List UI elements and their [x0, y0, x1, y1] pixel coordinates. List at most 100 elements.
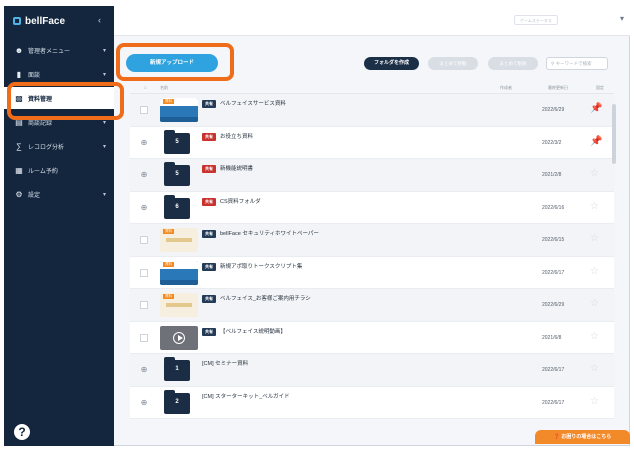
list-item[interactable]: 共有 【ベルフェイス説明動画】 2021/6/8 ☆: [130, 321, 614, 354]
list-item[interactable]: 資料 共有 ベルフェイス_お客様ご案内用チラシ 2022/6/29 ☆: [130, 289, 614, 322]
item-date: 2022/6/17: [542, 269, 565, 276]
pin-icon[interactable]: ☆: [590, 299, 599, 309]
shared-badge: 共有: [202, 262, 216, 271]
pin-icon[interactable]: ☆: [590, 234, 599, 244]
row-checkbox[interactable]: [140, 236, 148, 244]
highlight-documents: [7, 82, 124, 120]
row-checkbox[interactable]: [140, 268, 148, 277]
document-thumbnail: 資料: [160, 228, 198, 252]
item-name[interactable]: CS資料フォルダ: [220, 198, 261, 206]
header-updated[interactable]: 最終更新日: [548, 85, 568, 91]
thumb-tag: 資料: [163, 229, 174, 234]
collapse-sidebar-icon[interactable]: ‹: [98, 15, 101, 25]
folder-icon: 2: [164, 389, 190, 414]
help-banner-label: お困りの場合はこちら: [561, 434, 612, 440]
pin-icon[interactable]: ☆: [590, 201, 599, 212]
list-header: □ 名前 作成者 最終更新日 固定: [130, 82, 614, 94]
shared-badge: 共有: [202, 295, 216, 303]
sidebar-item-label: レコログ分析: [28, 144, 65, 151]
list-item[interactable]: ⊕ 5 共有 お役立ち資料 2022/3/2 📌: [130, 126, 614, 159]
list-scrollbar[interactable]: [612, 104, 616, 164]
expand-icon[interactable]: ⊕: [140, 398, 148, 407]
pin-icon[interactable]: ☆: [590, 331, 599, 342]
sidebar-item-label: 面談: [28, 72, 41, 79]
item-name[interactable]: [CM] セミナー資料: [202, 360, 248, 368]
row-checkbox[interactable]: [140, 333, 148, 342]
video-icon: ▮: [16, 69, 22, 79]
item-name[interactable]: ベルフェイスサービス資料: [220, 100, 286, 108]
item-name[interactable]: お役立ち資料: [220, 133, 253, 141]
new-upload-button[interactable]: 新規アップロード: [126, 54, 218, 72]
sidebar-item-analytics[interactable]: ∑ レコログ分析 ▾: [4, 135, 114, 157]
item-date: 2021/2/8: [542, 172, 562, 178]
sidebar-item-label: 管理者メニュー: [28, 48, 71, 55]
search-placeholder: キーワードで検索: [555, 61, 592, 66]
header-select-all[interactable]: □: [144, 85, 146, 90]
folder-icon: 5: [164, 129, 190, 154]
item-name[interactable]: 新規アポ取りトークスクリプト集: [220, 263, 302, 271]
bulk-move-button[interactable]: まとめて移動: [428, 57, 478, 70]
help-icon[interactable]: ?: [14, 424, 30, 440]
pin-icon[interactable]: 📌: [590, 136, 602, 147]
folder-icon: 5: [164, 162, 190, 186]
header-owner[interactable]: 作成者: [500, 85, 512, 91]
header-name[interactable]: 名前: [160, 85, 168, 91]
thumb-tag: 資料: [163, 294, 174, 299]
row-checkbox[interactable]: [140, 301, 148, 309]
list-item[interactable]: ⊕ 2 [CM] スターターキット_ベルガイド 2022/6/17 ☆: [130, 386, 614, 419]
item-date: 2022/6/29: [542, 107, 565, 113]
top-bar: ゲームステータス ▾: [114, 6, 630, 36]
expand-icon[interactable]: ⊕: [140, 171, 148, 179]
help-banner-button[interactable]: ❓ お困りの場合はこちら: [535, 430, 630, 444]
sidebar-item-admin-menu[interactable]: ☻ 管理者メニュー ▾: [4, 39, 114, 61]
item-date: 2022/6/17: [542, 399, 565, 406]
bulk-delete-button[interactable]: まとめて削除: [488, 57, 538, 70]
pin-icon[interactable]: ☆: [590, 364, 599, 374]
logo-text: bellFace: [25, 15, 66, 27]
list-item[interactable]: ⊕ 6 共有 CS資料フォルダ 2022/6/16 ☆: [130, 191, 614, 224]
expand-icon[interactable]: ⊕: [140, 138, 148, 147]
shared-badge: 共有: [202, 230, 216, 238]
row-checkbox[interactable]: [140, 106, 148, 114]
document-thumbnail: 資料: [160, 260, 198, 285]
item-date: 2022/6/17: [542, 367, 565, 373]
pin-icon[interactable]: ☆: [590, 396, 599, 407]
folder-icon: 1: [164, 357, 190, 381]
item-name[interactable]: ベルフェイス_お客様ご案内用チラシ: [220, 295, 311, 303]
search-input[interactable]: ⚲ キーワードで検索: [546, 57, 608, 70]
item-date: 2022/3/2: [542, 139, 562, 146]
folder-icon: 6: [164, 194, 190, 219]
users-gear-icon: ☻: [14, 45, 24, 55]
shared-badge: 共有: [202, 327, 216, 336]
folder-count: 2: [175, 398, 179, 405]
item-name[interactable]: [CM] スターターキット_ベルガイド: [202, 393, 290, 401]
sidebar: bellFace ‹ ☻ 管理者メニュー ▾ ▮ 面談 ▾ ▩ 資料管理 ▤ 商…: [4, 6, 114, 446]
item-name[interactable]: 新機能説明書: [220, 165, 253, 173]
chevron-down-icon[interactable]: ▾: [620, 14, 624, 23]
pin-icon[interactable]: ☆: [590, 169, 599, 179]
document-list: □ 名前 作成者 最終更新日 固定 資料 共有 ベルフェイスサービス資料 202…: [130, 82, 614, 419]
chevron-down-icon: ▾: [102, 143, 106, 150]
expand-icon[interactable]: ⊕: [140, 366, 148, 374]
list-item[interactable]: 資料 共有 bellFace セキュリティホワイトペーパー 2022/6/15 …: [130, 224, 614, 257]
item-date: 2022/6/16: [542, 204, 565, 211]
list-item[interactable]: ⊕ 1 [CM] セミナー資料 2022/6/17 ☆: [130, 354, 614, 387]
list-item[interactable]: 資料 共有 新規アポ取りトークスクリプト集 2022/6/17 ☆: [130, 256, 614, 289]
sidebar-item-label: 設定: [28, 192, 41, 199]
list-item[interactable]: ⊕ 5 共有 新機能説明書 2021/2/8 ☆: [130, 159, 614, 192]
item-name[interactable]: bellFace セキュリティホワイトペーパー: [220, 230, 319, 238]
sidebar-item-settings[interactable]: ⚙ 設定 ▾: [4, 183, 114, 205]
create-folder-button[interactable]: フォルダを作成: [364, 57, 419, 70]
pin-icon[interactable]: ☆: [590, 266, 599, 277]
item-name[interactable]: 【ベルフェイス説明動画】: [220, 328, 286, 336]
sidebar-item-room-booking[interactable]: ▦ ルーム予約: [4, 159, 114, 181]
folder-count: 1: [175, 366, 179, 372]
logo-icon: [13, 17, 21, 25]
analytics-icon: ∑: [16, 141, 22, 151]
expand-icon[interactable]: ⊕: [140, 203, 148, 212]
thumb-tag: 資料: [163, 99, 174, 104]
folder-count: 6: [175, 203, 179, 210]
pin-icon[interactable]: 📌: [590, 104, 602, 114]
list-item[interactable]: 資料 共有 ベルフェイスサービス資料 2022/6/29 📌: [130, 94, 614, 127]
shared-badge: 共有: [202, 165, 216, 173]
